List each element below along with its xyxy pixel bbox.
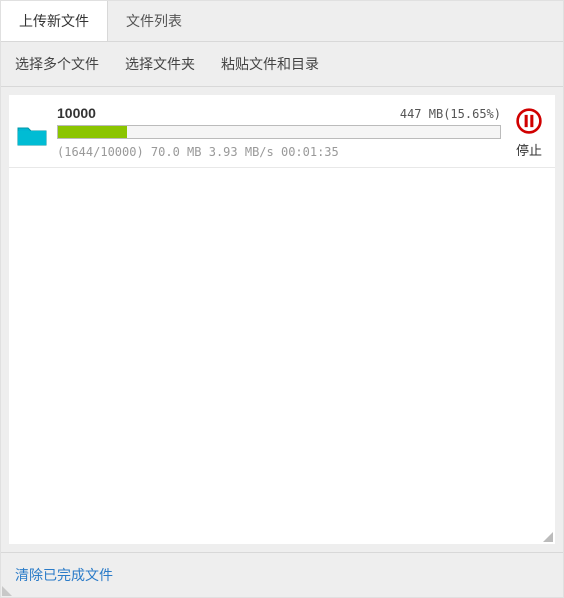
tab-upload-new[interactable]: 上传新文件	[1, 1, 108, 41]
tab-upload-new-label: 上传新文件	[19, 13, 89, 29]
clear-completed-label: 清除已完成文件	[15, 567, 113, 583]
stop-label: 停止	[515, 140, 543, 159]
progress-bar	[57, 125, 501, 139]
select-folder-button[interactable]: 选择文件夹	[125, 54, 195, 74]
clear-completed-link[interactable]: 清除已完成文件	[15, 567, 113, 583]
tabs: 上传新文件 文件列表	[1, 1, 563, 42]
toolbar: 选择多个文件 选择文件夹 粘贴文件和目录	[1, 42, 563, 87]
stop-button[interactable]: 停止	[515, 107, 543, 159]
upload-header-row: 10000 447 MB(15.65%)	[57, 105, 501, 121]
upload-dialog: 上传新文件 文件列表 选择多个文件 选择文件夹 粘贴文件和目录	[0, 0, 564, 598]
folder-icon	[17, 123, 47, 147]
upload-stats: (1644/10000) 70.0 MB 3.93 MB/s 00:01:35	[57, 145, 501, 159]
tab-file-list-label: 文件列表	[126, 13, 182, 29]
tab-file-list[interactable]: 文件列表	[108, 1, 200, 41]
paste-files-button[interactable]: 粘贴文件和目录	[221, 54, 319, 74]
select-multiple-label: 选择多个文件	[15, 56, 99, 72]
upload-info: 10000 447 MB(15.65%) (1644/10000) 70.0 M…	[57, 105, 501, 159]
select-folder-label: 选择文件夹	[125, 56, 195, 72]
resize-handle-icon[interactable]	[2, 586, 12, 596]
upload-size-percent: 447 MB(15.65%)	[400, 107, 501, 121]
scroll-resize-icon[interactable]	[543, 532, 553, 542]
progress-fill	[58, 126, 127, 138]
paste-files-label: 粘贴文件和目录	[221, 56, 319, 72]
upload-item: 10000 447 MB(15.65%) (1644/10000) 70.0 M…	[9, 95, 555, 168]
pause-icon	[515, 107, 543, 135]
upload-name: 10000	[57, 105, 96, 121]
upload-list: 10000 447 MB(15.65%) (1644/10000) 70.0 M…	[9, 95, 555, 544]
select-multiple-files-button[interactable]: 选择多个文件	[15, 54, 99, 74]
footer: 清除已完成文件	[1, 552, 563, 597]
